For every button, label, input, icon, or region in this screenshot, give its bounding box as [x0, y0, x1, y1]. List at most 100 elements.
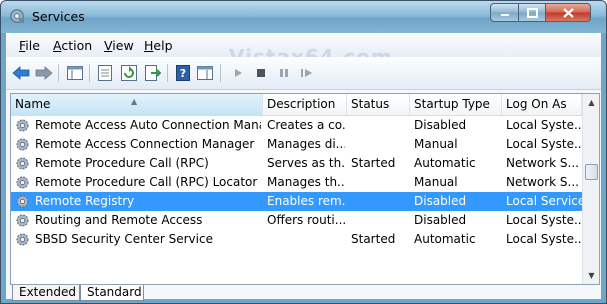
client-area: File Action View Help Vistax64.com: [6, 33, 601, 301]
scroll-down-icon[interactable]: ▼: [583, 267, 599, 284]
service-gear-icon: [16, 214, 29, 227]
properties-icon: [98, 65, 112, 81]
cell-startup-type: Disabled: [414, 213, 467, 227]
refresh-icon: [121, 65, 137, 81]
view-tabs: Extended Standard: [10, 285, 598, 301]
cell-name: SBSD Security Center Service: [35, 232, 213, 246]
cell-startup-type: Automatic: [414, 232, 476, 246]
pause-service-button[interactable]: [275, 64, 293, 82]
cell-status: [351, 211, 408, 230]
table-row[interactable]: Remote Procedure Call (RPC) Serves as th.…: [11, 154, 582, 173]
vertical-scrollbar[interactable]: ▲ ▼: [582, 94, 599, 284]
column-header-log-on-as[interactable]: Log On As: [502, 94, 582, 115]
console-tree-button[interactable]: [66, 64, 84, 82]
cell-status: [351, 135, 408, 154]
cell-status: Started: [351, 232, 396, 246]
cell-name: Remote Procedure Call (RPC) Locator: [35, 175, 258, 189]
back-icon: [12, 66, 30, 80]
cell-description: Manages th...: [267, 175, 345, 189]
cell-log-on-as: Local Syste...: [506, 213, 582, 227]
cell-description: [267, 230, 345, 249]
cell-name: Routing and Remote Access: [35, 213, 203, 227]
menu-view[interactable]: View: [104, 38, 134, 53]
show-hide-pane-button[interactable]: [196, 64, 214, 82]
scroll-up-icon[interactable]: ▲: [583, 94, 599, 111]
pause-service-icon: [280, 69, 288, 77]
refresh-button[interactable]: [120, 64, 138, 82]
menu-file[interactable]: File: [19, 38, 40, 53]
export-list-icon: [145, 65, 161, 81]
cell-startup-type: Automatic: [414, 156, 476, 170]
maximize-icon: [526, 7, 538, 18]
cell-name: Remote Registry: [35, 194, 135, 208]
menu-action[interactable]: Action: [53, 38, 92, 53]
console-tree-icon: [67, 66, 83, 80]
service-gear-icon: [16, 233, 29, 246]
cell-status: [351, 116, 408, 135]
window-title: Services: [32, 9, 85, 24]
service-gear-icon: [16, 119, 29, 132]
svg-text:?: ?: [180, 67, 186, 80]
properties-button[interactable]: [96, 64, 114, 82]
cell-description: Enables rem...: [267, 194, 345, 208]
stop-service-icon: [257, 69, 265, 77]
menu-bar: File Action View Help Vistax64.com: [6, 33, 601, 69]
cell-startup-type: Disabled: [414, 118, 467, 132]
tab-standard[interactable]: Standard: [80, 285, 144, 301]
column-header-description[interactable]: Description: [263, 94, 347, 115]
minimize-button[interactable]: [490, 3, 519, 22]
help-icon: ?: [176, 65, 190, 81]
cell-name: Remote Procedure Call (RPC): [35, 156, 209, 170]
tab-extended[interactable]: Extended: [12, 285, 80, 301]
service-gear-icon: [16, 176, 29, 189]
cell-log-on-as: Network S...: [506, 156, 579, 170]
cell-status: Started: [351, 156, 396, 170]
start-service-icon: [235, 69, 242, 77]
cell-description: Offers routi...: [267, 213, 345, 227]
show-hide-pane-icon: [197, 66, 213, 80]
close-icon: [562, 7, 574, 18]
table-row[interactable]: SBSD Security Center Service Started Autom…: [11, 230, 582, 249]
services-list[interactable]: ▲ Name Description Status Startup Type L…: [10, 93, 600, 285]
minimize-icon: [500, 13, 509, 16]
cell-log-on-as: Local Syste...: [506, 232, 582, 246]
table-row[interactable]: Remote Procedure Call (RPC) Locator Manag…: [11, 173, 582, 192]
cell-status: [351, 173, 408, 192]
cell-description: Serves as th...: [267, 156, 345, 170]
services-window: Services File Action View Help Vistax64.…: [0, 0, 607, 304]
services-app-icon: [10, 9, 24, 23]
menu-help[interactable]: Help: [144, 38, 173, 53]
cell-name: Remote Access Auto Connection Manager: [35, 118, 261, 132]
cell-log-on-as: Local Syste...: [506, 137, 582, 151]
scroll-thumb[interactable]: [585, 164, 598, 180]
table-row[interactable]: Routing and Remote Access Offers routi...…: [11, 211, 582, 230]
column-header-row: ▲ Name Description Status Startup Type L…: [11, 94, 582, 116]
stop-service-button[interactable]: [252, 64, 270, 82]
service-gear-icon: [16, 195, 29, 208]
maximize-button[interactable]: [518, 3, 546, 22]
cell-description: Manages di...: [267, 137, 345, 151]
column-header-status[interactable]: Status: [347, 94, 410, 115]
table-row[interactable]: Remote Registry Enables rem... Disabled Loc…: [11, 192, 582, 211]
table-row[interactable]: Remote Access Auto Connection Manager Cre…: [11, 116, 582, 135]
cell-description: Creates a co...: [267, 118, 345, 132]
cell-name: Remote Access Connection Manager: [35, 137, 255, 151]
sort-ascending-icon: ▲: [131, 97, 138, 106]
cell-startup-type: Disabled: [414, 194, 467, 208]
title-bar[interactable]: Services: [1, 1, 606, 33]
column-header-startup-type[interactable]: Startup Type: [410, 94, 502, 115]
close-button[interactable]: [545, 3, 591, 22]
forward-button[interactable]: [35, 64, 53, 82]
toolbar: ?: [6, 57, 601, 90]
table-row[interactable]: Remote Access Connection Manager Manages …: [11, 135, 582, 154]
back-button[interactable]: [12, 64, 30, 82]
restart-service-button[interactable]: [298, 64, 316, 82]
cell-log-on-as: Local Syste...: [506, 118, 582, 132]
help-button[interactable]: ?: [174, 64, 192, 82]
start-service-button[interactable]: [229, 64, 247, 82]
column-header-name[interactable]: ▲ Name: [11, 94, 263, 115]
service-gear-icon: [16, 138, 29, 151]
export-list-button[interactable]: [144, 64, 162, 82]
cell-status: [351, 192, 408, 211]
cell-log-on-as: Local Service: [506, 194, 582, 208]
